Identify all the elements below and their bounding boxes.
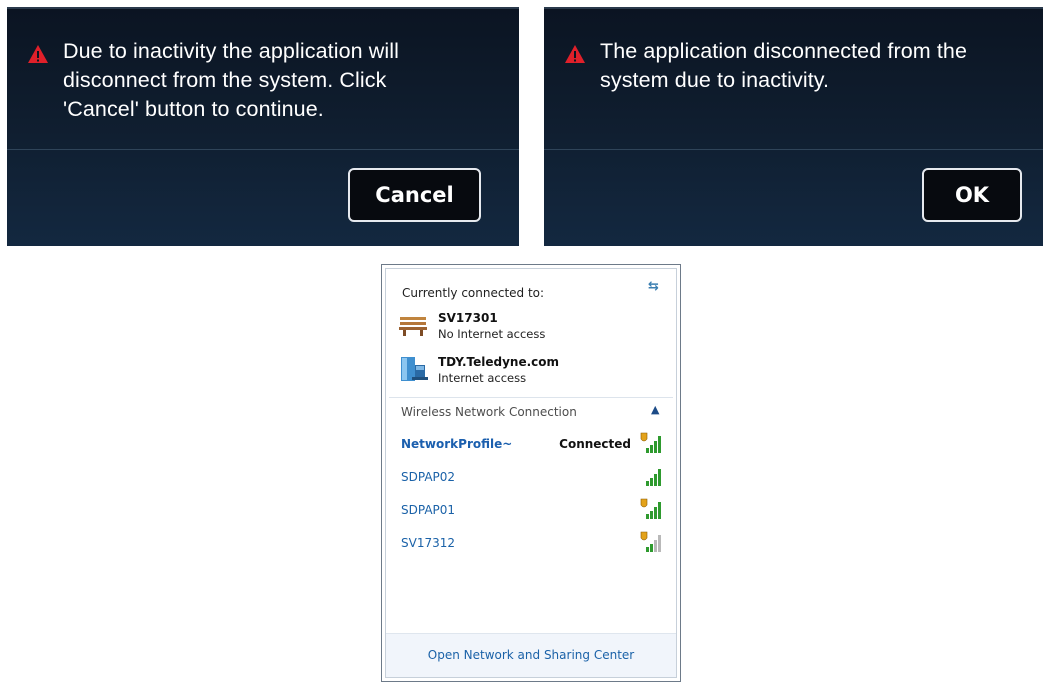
dialog-separator <box>7 149 519 150</box>
disconnected-dialog: The application disconnected from the sy… <box>544 7 1043 246</box>
secured-weak-signal-icon <box>640 531 661 552</box>
wifi-network-item[interactable]: SDPAP01 <box>386 495 676 525</box>
currently-connected-label: Currently connected to: <box>402 286 545 300</box>
dialog-message-row: Due to inactivity the application will d… <box>27 37 509 124</box>
connection-name: TDY.Teledyne.com <box>438 355 560 369</box>
wireless-section-label: Wireless Network Connection <box>401 405 577 419</box>
wifi-network-name: SV17312 <box>401 536 455 550</box>
flyout-footer: Open Network and Sharing Center <box>386 633 676 677</box>
dialog-top-border <box>544 7 1043 9</box>
dialog-message-row: The application disconnected from the sy… <box>564 37 1033 95</box>
secured-signal-icon <box>640 432 661 453</box>
wifi-network-name: SDPAP02 <box>401 470 456 484</box>
wifi-network-item[interactable]: SV17312 <box>386 528 676 558</box>
connection-status: No Internet access <box>438 327 546 341</box>
ok-button[interactable]: OK <box>922 168 1022 222</box>
connection-status: Internet access <box>438 371 527 385</box>
chevron-up-icon[interactable]: ▲ <box>651 403 659 416</box>
connection-name: SV17301 <box>438 311 498 325</box>
inactivity-warning-dialog: Due to inactivity the application will d… <box>7 7 519 246</box>
refresh-icon[interactable]: ⇆ <box>648 279 659 294</box>
dialog-message: Due to inactivity the application will d… <box>63 39 400 121</box>
wifi-network-name: SDPAP01 <box>401 503 456 517</box>
section-divider <box>389 397 673 398</box>
wifi-network-item[interactable]: SDPAP02 <box>386 462 676 492</box>
network-connections-flyout: Currently connected to: ⇆ SV17301 No Int… <box>381 264 681 682</box>
secured-signal-icon <box>640 498 661 519</box>
warning-triangle-icon <box>565 45 585 63</box>
warning-triangle-icon <box>28 45 48 63</box>
open-network-sharing-center-link[interactable]: Open Network and Sharing Center <box>386 648 676 662</box>
wifi-connection-status: Connected <box>559 437 631 451</box>
dialog-message: The application disconnected from the sy… <box>600 39 968 92</box>
dialog-separator <box>544 149 1043 150</box>
signal-strength-icon <box>646 469 661 486</box>
bench-network-icon <box>399 317 427 336</box>
domain-network-icon <box>401 357 428 381</box>
wifi-network-name: NetworkProfile~ <box>401 437 513 451</box>
wifi-network-item[interactable]: NetworkProfile~ Connected <box>386 429 676 459</box>
cancel-button[interactable]: Cancel <box>348 168 481 222</box>
dialog-top-border <box>7 7 519 9</box>
